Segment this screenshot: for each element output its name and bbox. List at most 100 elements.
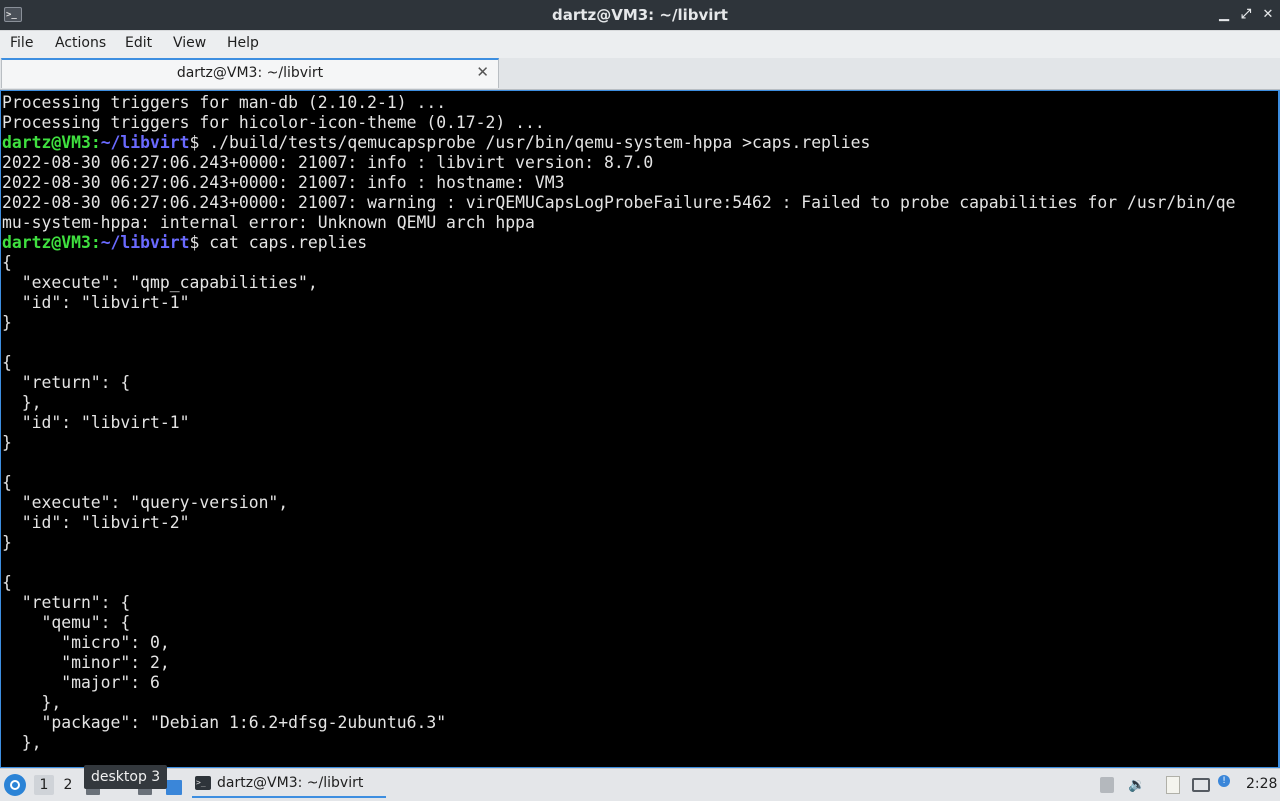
terminal-line: } (2, 533, 1236, 553)
prompt-separator: : (90, 233, 101, 252)
line-text: } (2, 313, 12, 332)
terminal-line: }, (2, 693, 1236, 713)
terminal-line: Processing triggers for hicolor-icon-the… (2, 113, 1236, 133)
menu-actions[interactable]: Actions (53, 35, 108, 51)
line-text: { (2, 473, 12, 492)
prompt-symbol: $ (189, 233, 200, 252)
terminal-line: { (2, 353, 1236, 373)
terminal-line: "id": "libvirt-1" (2, 293, 1236, 313)
terminal-line: Processing triggers for man-db (2.10.2-1… (2, 93, 1236, 113)
terminal-line: { (2, 573, 1236, 593)
line-text: mu-system-hppa: internal error: Unknown … (2, 213, 535, 232)
desktop-2-button[interactable]: 2 (58, 775, 78, 795)
restore-button[interactable]: ⤢ (1237, 6, 1255, 24)
terminal-line: 2022-08-30 06:27:06.243+0000: 21007: war… (2, 193, 1236, 213)
line-text: "major": 6 (2, 673, 160, 692)
line-text: 2022-08-30 06:27:06.243+0000: 21007: inf… (2, 173, 565, 192)
terminal-line: }, (2, 733, 1236, 753)
line-text: 2022-08-30 06:27:06.243+0000: 21007: war… (2, 193, 1236, 212)
taskbar: 1 2 desktop 3 >_ dartz@VM3: ~/libvirt 🔉 … (0, 765, 1280, 801)
terminal-line: "micro": 0, (2, 633, 1236, 653)
clipboard-icon[interactable] (1166, 776, 1180, 794)
terminal-line: { (2, 253, 1236, 273)
menu-view[interactable]: View (171, 35, 208, 51)
file-manager-icon[interactable] (166, 780, 182, 795)
prompt-path: ~/libvirt (100, 133, 190, 152)
terminal-line: }, (2, 393, 1236, 413)
start-menu-icon[interactable] (4, 774, 26, 796)
tab-close-icon[interactable]: ✕ (476, 63, 489, 81)
terminal-line: "major": 6 (2, 673, 1236, 693)
line-text: Processing triggers for hicolor-icon-the… (2, 113, 545, 132)
line-text: }, (2, 733, 42, 752)
line-text: "execute": "query-version", (2, 493, 289, 512)
line-text: 2022-08-30 06:27:06.243+0000: 21007: inf… (2, 153, 654, 172)
terminal-line: "minor": 2, (2, 653, 1236, 673)
minimize-button[interactable]: ▁ (1215, 6, 1233, 24)
menu-bar: File Actions Edit View Help (0, 30, 1280, 59)
line-text: cat caps.replies (199, 233, 368, 252)
terminal-line: "id": "libvirt-2" (2, 513, 1236, 533)
line-text: "return": { (2, 373, 131, 392)
tab-label: dartz@VM3: ~/libvirt (176, 65, 324, 81)
terminal-line: 2022-08-30 06:27:06.243+0000: 21007: inf… (2, 173, 1236, 193)
line-text: "return": { (2, 593, 131, 612)
line-text: ./build/tests/qemucapsprobe /usr/bin/qem… (199, 133, 871, 152)
clock[interactable]: 2:28 (1246, 776, 1277, 792)
terminal-line: dartz@VM3:~/libvirt$ cat caps.replies (2, 233, 1236, 253)
terminal-output[interactable]: Processing triggers for man-db (2.10.2-1… (0, 90, 1280, 768)
line-text: } (2, 533, 12, 552)
prompt-symbol: $ (189, 133, 200, 152)
terminal-lines: Processing triggers for man-db (2.10.2-1… (2, 93, 1236, 753)
line-text: "micro": 0, (2, 633, 170, 652)
prompt-user: dartz@VM3 (2, 133, 91, 152)
taskbar-window-label: dartz@VM3: ~/libvirt (217, 775, 364, 791)
desktop-tooltip: desktop 3 (84, 765, 168, 789)
line-text: Processing triggers for man-db (2.10.2-1… (2, 93, 447, 112)
taskbar-window-item[interactable]: >_ dartz@VM3: ~/libvirt (192, 772, 386, 798)
prompt-path: ~/libvirt (100, 233, 190, 252)
terminal-line: "execute": "qmp_capabilities", (2, 273, 1236, 293)
menu-help[interactable]: Help (225, 35, 261, 51)
window-title: dartz@VM3: ~/libvirt (552, 6, 728, 24)
line-text: "id": "libvirt-1" (2, 413, 190, 432)
terminal-line: "qemu": { (2, 613, 1236, 633)
line-text: "execute": "qmp_capabilities", (2, 273, 318, 292)
network-icon[interactable] (1192, 778, 1210, 792)
menu-edit[interactable]: Edit (123, 35, 154, 51)
line-text: "minor": 2, (2, 653, 170, 672)
update-notification-icon[interactable]: ! (1218, 775, 1230, 787)
tab-terminal[interactable]: dartz@VM3: ~/libvirt ✕ (1, 58, 499, 88)
line-text: { (2, 353, 12, 372)
close-button[interactable]: ✕ (1259, 6, 1277, 24)
line-text: }, (2, 693, 62, 712)
line-text: } (2, 433, 12, 452)
line-text: "id": "libvirt-2" (2, 513, 190, 532)
terminal-line: { (2, 473, 1236, 493)
tab-bar: dartz@VM3: ~/libvirt ✕ (0, 58, 1280, 90)
line-text: "id": "libvirt-1" (2, 293, 190, 312)
terminal-line: "package": "Debian 1:6.2+dfsg-2ubuntu6.3… (2, 713, 1236, 733)
volume-icon[interactable]: 🔉 (1128, 777, 1145, 793)
terminal-icon: >_ (195, 776, 211, 790)
terminal-line: "return": { (2, 593, 1236, 613)
desktop-1-button[interactable]: 1 (34, 775, 54, 795)
terminal-line: dartz@VM3:~/libvirt$ ./build/tests/qemuc… (2, 133, 1236, 153)
terminal-line: "return": { (2, 373, 1236, 393)
terminal-line: } (2, 433, 1236, 453)
line-text: "package": "Debian 1:6.2+dfsg-2ubuntu6.3… (2, 713, 447, 732)
terminal-line: "id": "libvirt-1" (2, 413, 1236, 433)
terminal-line: mu-system-hppa: internal error: Unknown … (2, 213, 1236, 233)
window-titlebar[interactable]: >_ dartz@VM3: ~/libvirt ▁ ⤢ ✕ (0, 0, 1280, 30)
line-text: { (2, 573, 12, 592)
terminal-line: "execute": "query-version", (2, 493, 1236, 513)
line-text: }, (2, 393, 42, 412)
tray-expand-icon[interactable] (1100, 777, 1114, 793)
prompt-user: dartz@VM3 (2, 233, 91, 252)
menu-file[interactable]: File (8, 35, 35, 51)
terminal-line: 2022-08-30 06:27:06.243+0000: 21007: inf… (2, 153, 1236, 173)
terminal-line: } (2, 313, 1236, 333)
line-text: "qemu": { (2, 613, 131, 632)
